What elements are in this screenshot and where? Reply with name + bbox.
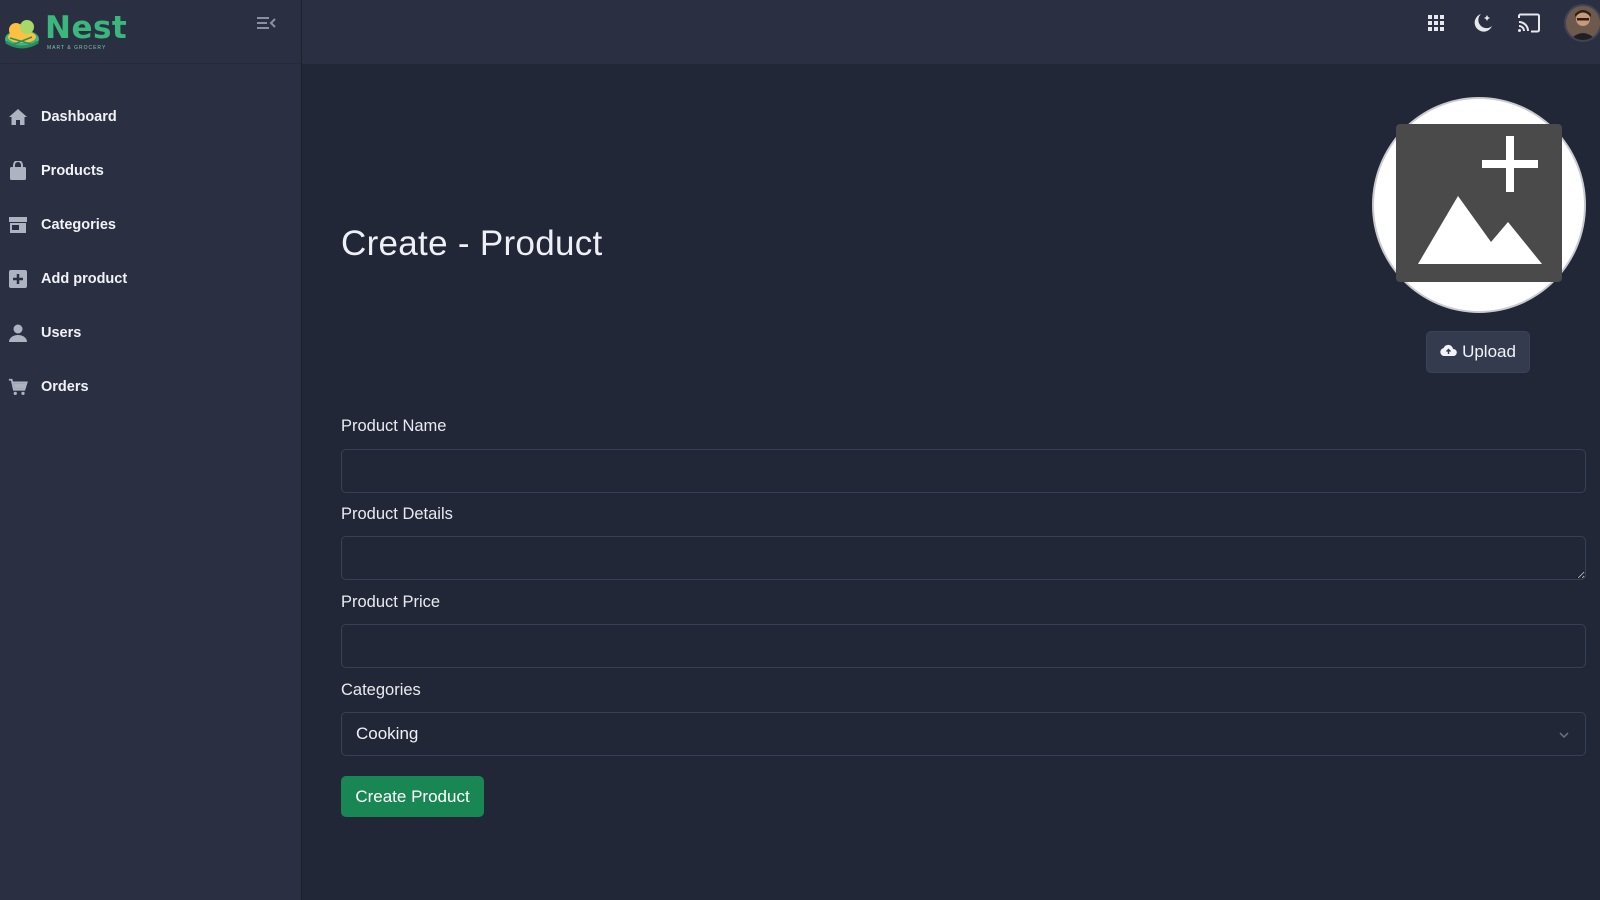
nest-logo-icon <box>2 12 42 52</box>
categories-label: Categories <box>341 681 421 699</box>
product-price-label: Product Price <box>341 593 441 611</box>
sidebar-nav: Dashboard Products Categories Add produc… <box>0 90 301 414</box>
shopping-bag-icon <box>8 161 28 181</box>
moon-icon[interactable] <box>1470 10 1496 36</box>
sidebar-item-label: Products <box>41 163 104 179</box>
page-title: Create - Product <box>341 224 603 263</box>
cart-icon <box>8 377 28 397</box>
topbar <box>302 0 1600 64</box>
brand[interactable]: Nest MART & GROCERY <box>0 0 301 64</box>
avatar[interactable] <box>1564 4 1600 42</box>
cloud-upload-icon <box>1440 342 1457 362</box>
sidebar-item-label: Add product <box>41 271 128 287</box>
add-image-icon <box>1396 123 1562 287</box>
sidebar-collapse-icon[interactable] <box>254 13 278 33</box>
categories-selected-value: Cooking <box>356 724 419 743</box>
home-icon <box>8 107 28 127</box>
sidebar-item-dashboard[interactable]: Dashboard <box>0 90 301 144</box>
categories-select[interactable]: Cooking <box>341 712 1586 756</box>
chevron-down-icon <box>1557 727 1571 741</box>
image-upload-preview[interactable] <box>1372 97 1586 313</box>
upload-button-label: Upload <box>1462 342 1516 361</box>
cast-icon[interactable] <box>1516 10 1542 36</box>
main-content: Create - Product Upload Product Name Pro… <box>302 64 1600 900</box>
store-icon <box>8 215 28 235</box>
sidebar-item-label: Orders <box>41 379 89 395</box>
sidebar-item-users[interactable]: Users <box>0 306 301 360</box>
sidebar: Nest MART & GROCERY Dashboard Products C… <box>0 0 302 900</box>
sidebar-item-products[interactable]: Products <box>0 144 301 198</box>
upload-button[interactable]: Upload <box>1426 331 1530 373</box>
product-name-input[interactable] <box>341 449 1586 493</box>
user-icon <box>8 323 28 343</box>
sidebar-item-label: Dashboard <box>41 109 117 125</box>
sidebar-item-label: Categories <box>41 217 116 233</box>
brand-name: Nest <box>45 9 128 46</box>
plus-square-icon <box>8 269 28 289</box>
sidebar-item-categories[interactable]: Categories <box>0 198 301 252</box>
brand-tagline: MART & GROCERY <box>47 44 107 51</box>
create-product-button[interactable]: Create Product <box>341 776 484 817</box>
product-name-label: Product Name <box>341 417 447 435</box>
sidebar-item-orders[interactable]: Orders <box>0 360 301 414</box>
product-details-textarea[interactable] <box>341 536 1586 580</box>
product-price-input[interactable] <box>341 624 1586 668</box>
product-details-label: Product Details <box>341 505 453 523</box>
grid-apps-icon[interactable] <box>1423 10 1449 36</box>
sidebar-item-label: Users <box>41 325 82 341</box>
sidebar-item-add-product[interactable]: Add product <box>0 252 301 306</box>
